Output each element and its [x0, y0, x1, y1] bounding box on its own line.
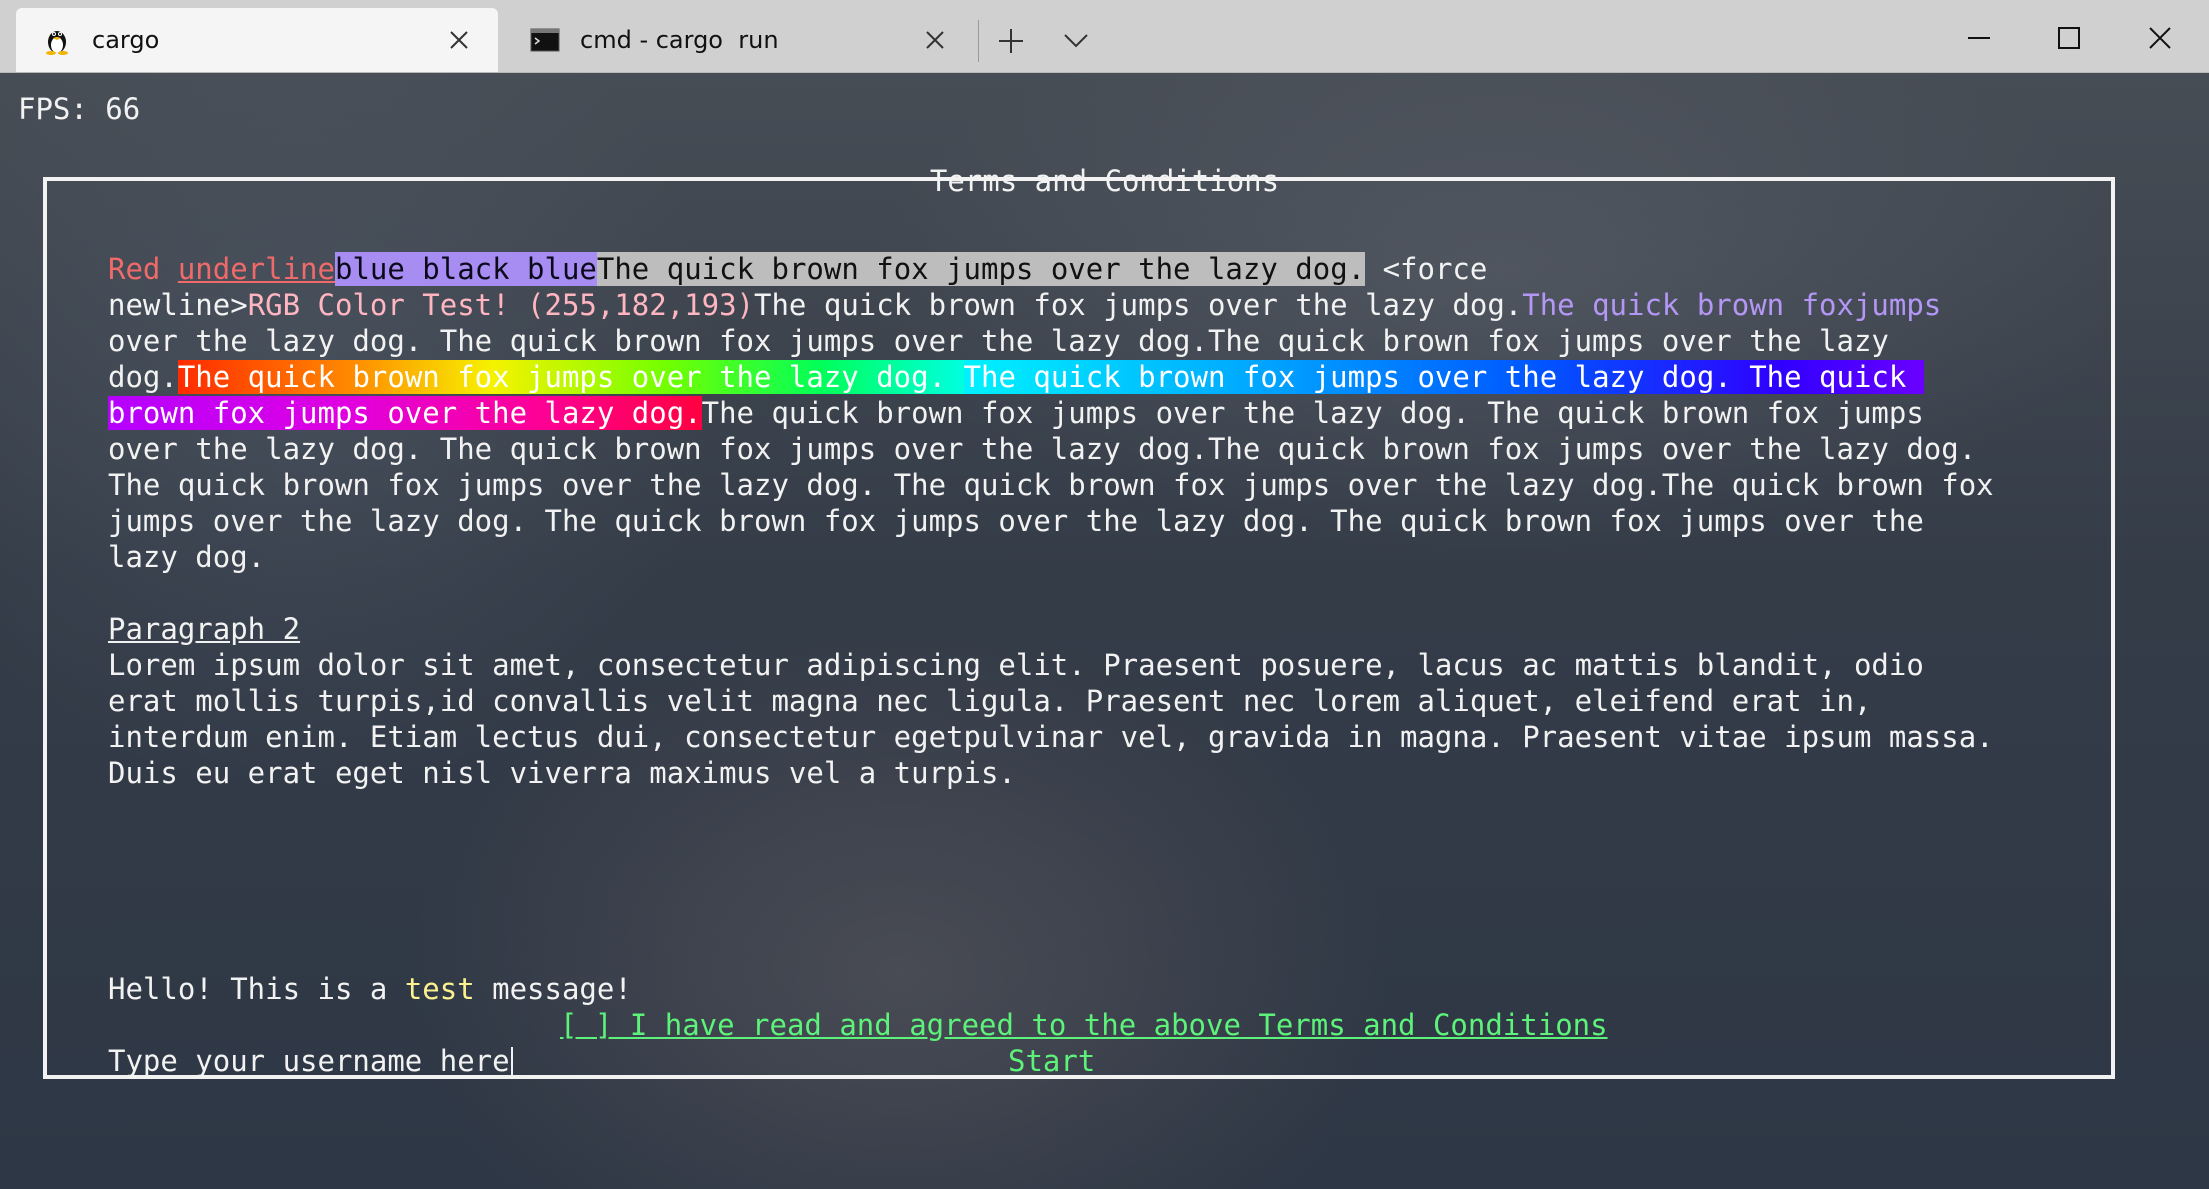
chevron-down-icon [1064, 34, 1088, 48]
plain-text: newline> [108, 288, 248, 322]
message-line: Hello! This is a test message! [108, 971, 632, 1007]
tab-label: cmd - cargo run [580, 26, 779, 54]
text-line: newline>RGB Color Test! (255,182,193)The… [108, 287, 1941, 323]
panel-title: Terms and Conditions [929, 164, 1280, 198]
text-line: interdum enim. Etiam lectus dui, consect… [108, 720, 1994, 754]
blue-bg-text: blue black blue [334, 252, 597, 286]
text-line: brown fox jumps over the lazy dog.The qu… [108, 395, 1924, 431]
plain-text: <force [1365, 252, 1488, 286]
text-line: Lorem ipsum dolor sit amet, consectetur … [108, 648, 1924, 682]
plain-text: message! [474, 972, 632, 1006]
tab-separator [978, 20, 979, 62]
cmd-icon [530, 25, 560, 55]
tab-cmd[interactable]: cmd - cargo run [504, 8, 974, 72]
purple-text: The quick brown foxjumps [1522, 288, 1942, 322]
text-line: dog.The quick brown fox jumps over the l… [108, 359, 1924, 395]
terminal-area[interactable]: FPS: 66 Terms and Conditions Red underli… [0, 73, 2209, 1189]
text-line: over the lazy dog. The quick brown fox j… [108, 324, 1889, 358]
tab-dropdown-button[interactable] [1055, 20, 1097, 62]
text-line: Duis eu erat eget nisl viverra maximus v… [108, 756, 1016, 790]
plain-text: dog. [108, 360, 178, 394]
plain-text: Hello! This is a [108, 972, 405, 1006]
paragraph-heading: Paragraph 2 [108, 612, 301, 646]
close-tab-icon[interactable] [920, 25, 950, 55]
rainbow-text: The quick brown fox jumps over the lazy … [963, 360, 1924, 394]
fps-counter: FPS: 66 [18, 92, 141, 126]
tab-cargo[interactable]: cargo [16, 8, 498, 72]
start-button[interactable]: Start [1008, 1043, 1095, 1079]
close-tab-icon[interactable] [444, 25, 474, 55]
close-window-button[interactable] [2136, 14, 2184, 62]
plus-icon [999, 29, 1023, 53]
plain-text: The quick brown fox jumps over the lazy … [701, 396, 1924, 430]
text-line: lazy dog. [108, 540, 266, 574]
close-icon [2149, 27, 2171, 49]
username-placeholder: Type your username here [108, 1044, 510, 1078]
rgb-text: RGB Color Test! (255,182,193) [247, 288, 755, 322]
text-line: The quick brown fox jumps over the lazy … [108, 468, 1994, 502]
plain-text: The quick brown fox jumps over the lazy … [754, 288, 1523, 322]
new-tab-button[interactable] [990, 20, 1032, 62]
text-line: jumps over the lazy dog. The quick brown… [108, 504, 1924, 538]
linux-penguin-icon [42, 25, 72, 55]
text-cursor [510, 1047, 513, 1079]
tab-label: cargo [92, 26, 160, 54]
terms-checkbox[interactable]: [ ] I have read and agreed to the above … [560, 1007, 1608, 1043]
grey-bg-text: The quick brown fox jumps over the lazy … [596, 252, 1366, 286]
minimize-icon [1968, 37, 1990, 39]
minimize-button[interactable] [1955, 14, 2003, 62]
rainbow-text: The quick brown fox jumps over the lazy … [177, 360, 964, 394]
underline-text: underline [177, 252, 335, 286]
maximize-icon [2058, 27, 2080, 49]
text-line: erat mollis turpis,id convallis velit ma… [108, 684, 1872, 718]
text-line: over the lazy dog. The quick brown fox j… [108, 432, 1977, 466]
rainbow-text: brown fox jumps over the lazy dog. [108, 396, 702, 430]
highlight-text: test [404, 972, 475, 1006]
title-bar: cargo cmd - cargo run [0, 0, 2209, 73]
maximize-button[interactable] [2045, 14, 2093, 62]
text-line: Red underlineblue black blueThe quick br… [108, 251, 1487, 287]
red-text: Red [108, 252, 178, 286]
username-input[interactable]: Type your username here [108, 1043, 513, 1079]
